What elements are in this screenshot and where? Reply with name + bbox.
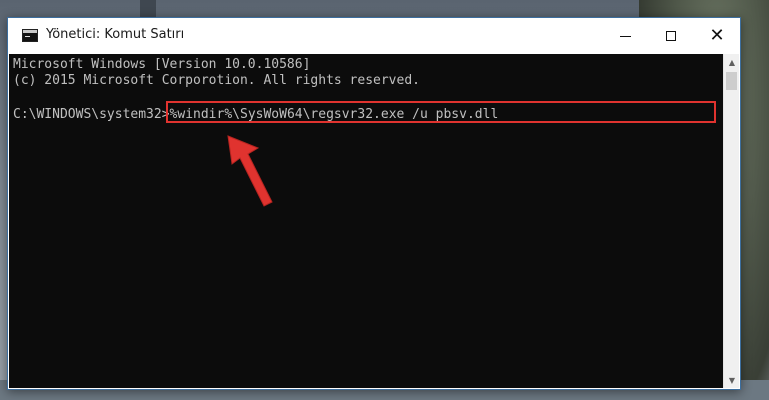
annotation-arrow-icon [227, 135, 273, 207]
console-prompt: C:\WINDOWS\system32> [13, 107, 170, 122]
window-title: Yönetici: Komut Satırı [46, 27, 185, 42]
maximize-button[interactable] [648, 18, 694, 54]
close-button[interactable]: ✕ [694, 18, 740, 54]
vertical-scrollbar[interactable]: ▲ ▼ [723, 54, 739, 388]
maximize-icon [666, 31, 676, 41]
scroll-down-icon[interactable]: ▼ [724, 372, 740, 388]
console-app-icon[interactable] [22, 29, 38, 42]
console-line-version: Microsoft Windows [Version 10.0.10586] [13, 57, 311, 72]
close-icon: ✕ [709, 25, 725, 46]
minimize-button[interactable] [602, 18, 648, 54]
console-output[interactable]: Microsoft Windows [Version 10.0.10586] (… [9, 54, 723, 388]
title-bar[interactable]: Yönetici: Komut Satırı ✕ [8, 18, 740, 54]
scroll-up-icon[interactable]: ▲ [724, 54, 740, 70]
minimize-icon [619, 35, 631, 37]
scroll-thumb[interactable] [726, 72, 737, 90]
console-line-copyright: (c) 2015 Microsoft Corporotion. All righ… [13, 73, 420, 88]
command-prompt-window: Yönetici: Komut Satırı ✕ Microsoft Windo… [7, 17, 741, 390]
